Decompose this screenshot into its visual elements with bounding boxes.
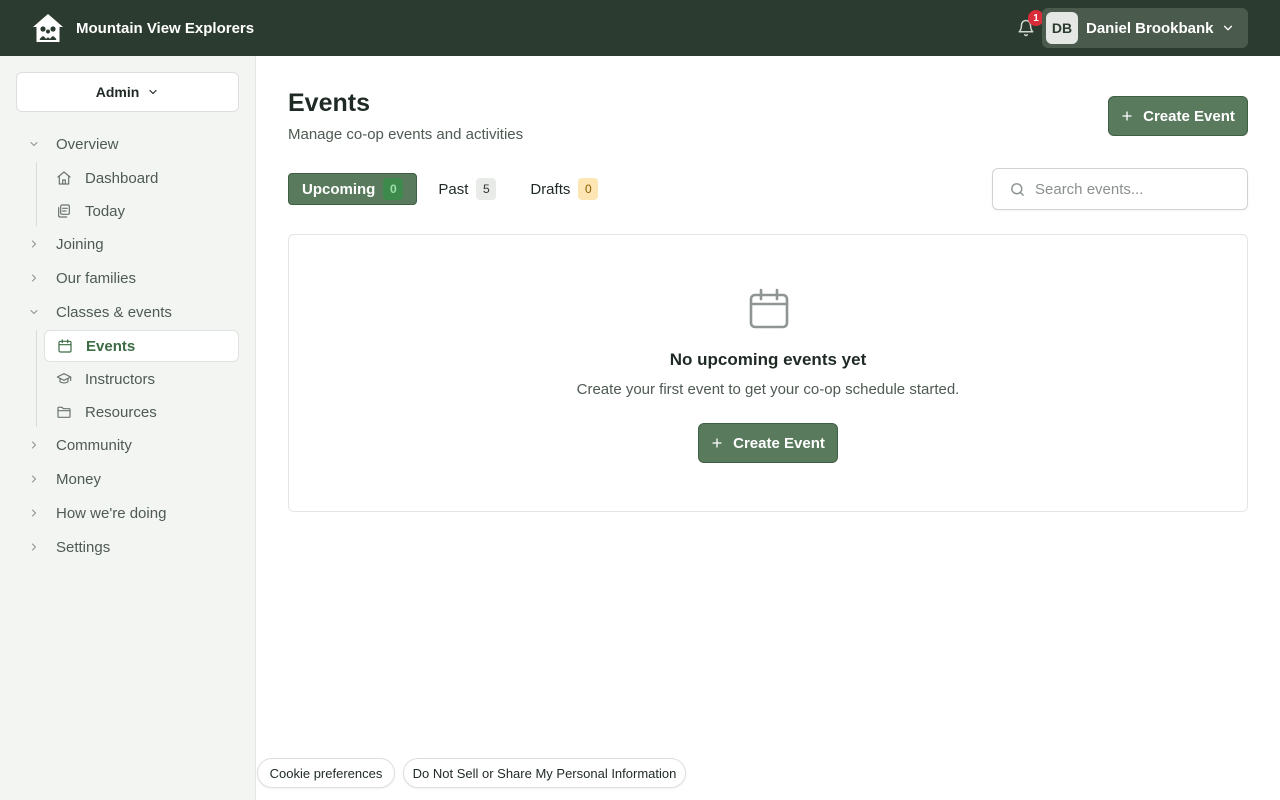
empty-state-card: No upcoming events yet Create your first…	[288, 234, 1248, 512]
chevron-down-icon	[1216, 16, 1240, 40]
top-bar: Mountain View Explorers 1 DB Daniel Broo…	[0, 0, 1280, 56]
calendar-icon	[747, 287, 791, 331]
nav-group-how-were-doing[interactable]: How we're doing	[24, 500, 240, 526]
tab-label: Upcoming	[302, 180, 376, 198]
event-tabs: Upcoming 0 Past 5 Drafts 0	[288, 173, 619, 205]
nav-group-overview[interactable]: Overview	[24, 131, 240, 157]
do-not-sell-button[interactable]: Do Not Sell or Share My Personal Informa…	[403, 758, 686, 788]
nav-group-label: Community	[56, 436, 132, 454]
calendar-icon	[55, 336, 75, 356]
nav-group-label: Classes & events	[56, 303, 172, 321]
create-event-label: Create Event	[733, 434, 825, 452]
sidebar-item-label: Events	[86, 337, 136, 355]
graduation-cap-icon	[54, 369, 74, 389]
search-input[interactable]	[1035, 180, 1235, 198]
chevron-right-icon	[24, 537, 44, 557]
chevron-right-icon	[24, 503, 44, 523]
chevron-down-icon	[24, 302, 44, 322]
chevron-down-icon	[139, 86, 159, 98]
tab-count-badge: 0	[578, 178, 599, 200]
page-title: Events	[288, 89, 370, 117]
main-content: Events Manage co-op events and activitie…	[256, 56, 1280, 800]
page-subtitle: Manage co-op events and activities	[288, 126, 524, 143]
house-family-icon	[30, 10, 66, 46]
nav-group-label: Money	[56, 470, 102, 488]
sidebar-item-label: Today	[85, 202, 126, 220]
chevron-right-icon	[24, 469, 44, 489]
nav-group-label: Overview	[56, 135, 119, 153]
home-icon	[54, 168, 74, 188]
nav-group-classes-events[interactable]: Classes & events	[24, 299, 240, 325]
nav-group-label: Settings	[56, 538, 111, 556]
sidebar-item-resources[interactable]: Resources	[44, 396, 239, 428]
sidebar: Admin Overview Dashboard Today Joining O	[0, 56, 256, 800]
sidebar-item-label: Dashboard	[85, 169, 159, 187]
nav-rail	[36, 330, 37, 427]
tab-past[interactable]: Past 5	[425, 173, 509, 205]
notifications-button[interactable]: 1	[1014, 10, 1044, 40]
brand[interactable]: Mountain View Explorers	[30, 10, 254, 46]
plus-icon	[1121, 110, 1133, 122]
tab-label: Drafts	[530, 180, 571, 198]
tab-count-badge: 5	[476, 178, 497, 200]
tab-count-badge: 0	[383, 178, 404, 200]
chevron-right-icon	[24, 435, 44, 455]
nav-group-our-families[interactable]: Our families	[24, 265, 240, 291]
nav-group-settings[interactable]: Settings	[24, 534, 240, 560]
folder-icon	[54, 402, 74, 422]
sidebar-item-dashboard[interactable]: Dashboard	[44, 162, 239, 194]
plus-icon	[711, 437, 723, 449]
create-event-button[interactable]: Create Event	[1108, 96, 1248, 136]
brand-name: Mountain View Explorers	[76, 19, 255, 37]
chevron-right-icon	[24, 234, 44, 254]
chevron-down-icon	[24, 134, 44, 154]
nav-group-label: Joining	[56, 235, 104, 253]
nav-group-label: Our families	[56, 269, 137, 287]
sidebar-item-label: Resources	[85, 403, 157, 421]
role-label: Admin	[95, 84, 140, 100]
sidebar-item-events[interactable]: Events	[44, 330, 239, 362]
nav-rail	[36, 162, 37, 226]
create-event-label: Create Event	[1143, 107, 1235, 125]
sidebar-item-today[interactable]: Today	[44, 195, 239, 227]
empty-state-title: No upcoming events yet	[669, 350, 867, 369]
chevron-right-icon	[24, 268, 44, 288]
nav-group-money[interactable]: Money	[24, 466, 240, 492]
role-selector[interactable]: Admin	[16, 72, 239, 112]
sidebar-item-label: Instructors	[85, 370, 156, 388]
create-event-button[interactable]: Create Event	[698, 423, 838, 463]
search-box	[992, 168, 1248, 210]
tab-drafts[interactable]: Drafts 0	[517, 173, 611, 205]
user-name: Daniel Brookbank	[1086, 19, 1214, 37]
sidebar-item-instructors[interactable]: Instructors	[44, 363, 239, 395]
tab-label: Past	[438, 180, 469, 198]
nav-group-joining[interactable]: Joining	[24, 231, 240, 257]
calendar-clipboard-icon	[54, 201, 74, 221]
tab-upcoming[interactable]: Upcoming 0	[288, 173, 418, 205]
nav-group-community[interactable]: Community	[24, 432, 240, 458]
cookie-preferences-button[interactable]: Cookie preferences	[257, 758, 395, 788]
avatar: DB	[1046, 12, 1078, 44]
user-menu-button[interactable]: DB Daniel Brookbank	[1042, 8, 1248, 48]
nav-group-label: How we're doing	[56, 504, 167, 522]
empty-state-message: Create your first event to get your co-o…	[576, 381, 960, 398]
search-icon	[1007, 179, 1027, 199]
